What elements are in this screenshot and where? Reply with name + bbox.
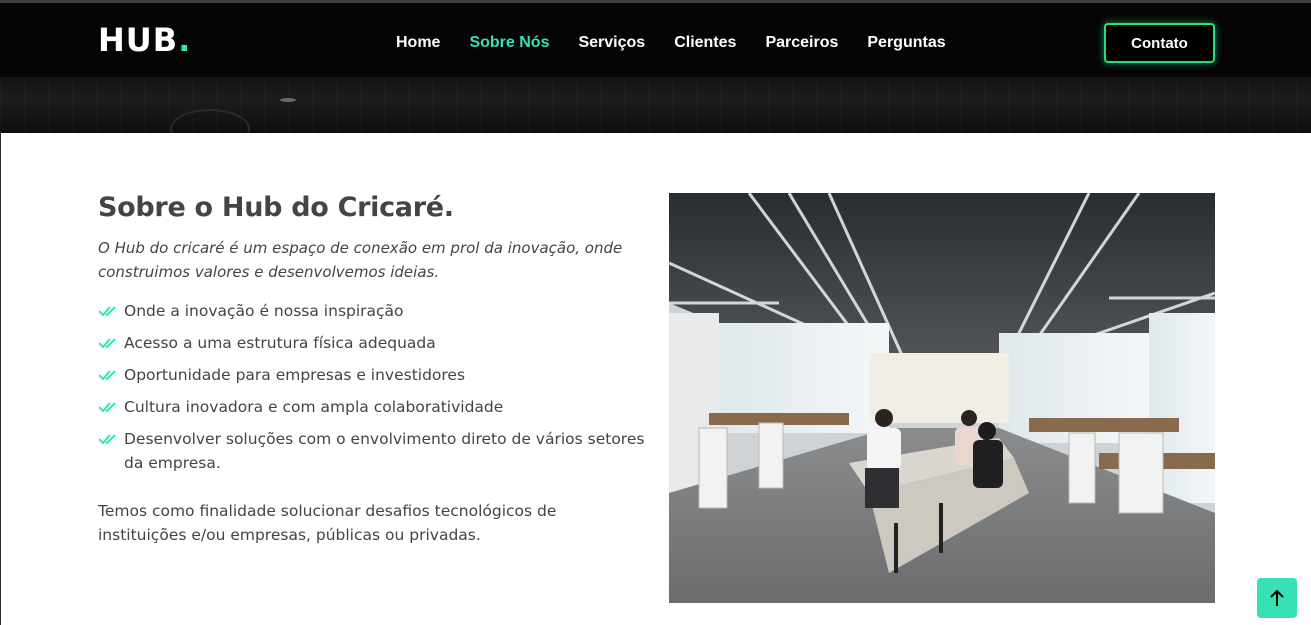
list-item: Oportunidade para empresas e investidore… (98, 363, 658, 387)
site-logo[interactable]: HUB. (98, 21, 191, 59)
section-lead: O Hub do cricaré é um espaço de conexão … (98, 239, 623, 281)
main-nav: Home Sobre Nós Serviços Clientes Parceir… (396, 34, 975, 52)
page-edge (0, 133, 1, 625)
list-item: Cultura inovadora e com ampla colaborati… (98, 395, 658, 419)
list-item: Onde a inovação é nossa inspiração (98, 299, 658, 323)
list-item: Acesso a uma estrutura física adequada (98, 331, 658, 355)
feature-list: Onde a inovação é nossa inspiração Acess… (98, 299, 658, 483)
contact-button[interactable]: Contato (1104, 23, 1215, 63)
nav-perguntas[interactable]: Perguntas (867, 34, 945, 52)
arrow-up-icon (1270, 589, 1284, 606)
nav-parceiros[interactable]: Parceiros (765, 34, 838, 52)
double-check-icon (98, 306, 116, 317)
nav-servicos[interactable]: Serviços (578, 34, 645, 52)
nav-sobre-nos[interactable]: Sobre Nós (469, 34, 549, 52)
scroll-top-button[interactable] (1257, 578, 1297, 618)
hero-background (0, 77, 1311, 133)
nav-clientes[interactable]: Clientes (674, 34, 736, 52)
double-check-icon (98, 338, 116, 349)
double-check-icon (98, 402, 116, 413)
section-title: Sobre o Hub do Cricaré. (98, 192, 454, 223)
list-item: Desenvolver soluções com o envolvimento … (98, 427, 658, 475)
double-check-icon (98, 434, 116, 445)
nav-home[interactable]: Home (396, 34, 440, 52)
site-header: HUB. Home Sobre Nós Serviços Clientes Pa… (0, 3, 1311, 77)
office-photo (669, 193, 1215, 603)
double-check-icon (98, 370, 116, 381)
section-closing: Temos como finalidade solucionar desafio… (98, 502, 557, 544)
